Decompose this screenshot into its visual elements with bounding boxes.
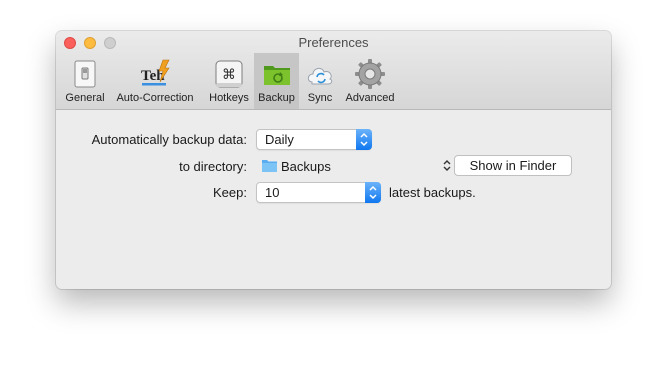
tab-auto-correction[interactable]: Teh Auto-Correction bbox=[111, 53, 199, 109]
keep-suffix: latest backups. bbox=[389, 185, 476, 200]
tab-backup-label: Backup bbox=[258, 92, 295, 104]
keep-count-field[interactable]: 10 bbox=[256, 182, 381, 203]
tab-hotkeys[interactable]: ⌘ Hotkeys bbox=[203, 53, 255, 109]
teh-autocorrect-icon: Teh bbox=[141, 59, 170, 86]
tab-general[interactable]: General bbox=[60, 53, 110, 109]
frequency-label: Automatically backup data: bbox=[91, 132, 247, 147]
popup-arrows-icon bbox=[356, 129, 372, 150]
green-folder-icon bbox=[263, 66, 290, 85]
gear-icon bbox=[355, 59, 385, 89]
keep-label: Keep: bbox=[213, 185, 247, 200]
tab-general-label: General bbox=[65, 92, 105, 104]
tab-sync[interactable]: Sync bbox=[301, 53, 339, 109]
switch-icon bbox=[74, 60, 96, 88]
folder-icon bbox=[262, 160, 277, 172]
directory-label: to directory: bbox=[179, 159, 247, 174]
tab-advanced-label: Advanced bbox=[345, 92, 395, 104]
directory-value[interactable]: Backups bbox=[281, 159, 331, 174]
backup-pane: Automatically backup data: Daily to dire… bbox=[56, 110, 611, 289]
stepper-arrows-icon[interactable] bbox=[365, 182, 381, 203]
show-in-finder-button[interactable]: Show in Finder bbox=[454, 155, 572, 176]
command-key-icon: ⌘ bbox=[215, 60, 243, 88]
window-title: Preferences bbox=[298, 35, 369, 50]
preferences-window: Preferences General Teh Auto-Correction bbox=[56, 31, 611, 289]
tab-backup[interactable]: Backup bbox=[254, 53, 299, 109]
toolbar: Preferences General Teh Auto-Correction bbox=[56, 31, 611, 110]
tab-auto-correction-label: Auto-Correction bbox=[116, 92, 194, 104]
directory-chevron-icon[interactable] bbox=[442, 158, 452, 173]
tab-hotkeys-label: Hotkeys bbox=[209, 92, 249, 104]
frequency-value: Daily bbox=[265, 132, 294, 147]
tab-advanced[interactable]: Advanced bbox=[342, 53, 398, 109]
frequency-popup[interactable]: Daily bbox=[256, 129, 372, 150]
keep-value: 10 bbox=[265, 185, 280, 200]
tab-sync-label: Sync bbox=[307, 92, 333, 104]
cloud-sync-icon bbox=[307, 67, 333, 85]
svg-text:⌘: ⌘ bbox=[222, 67, 236, 83]
